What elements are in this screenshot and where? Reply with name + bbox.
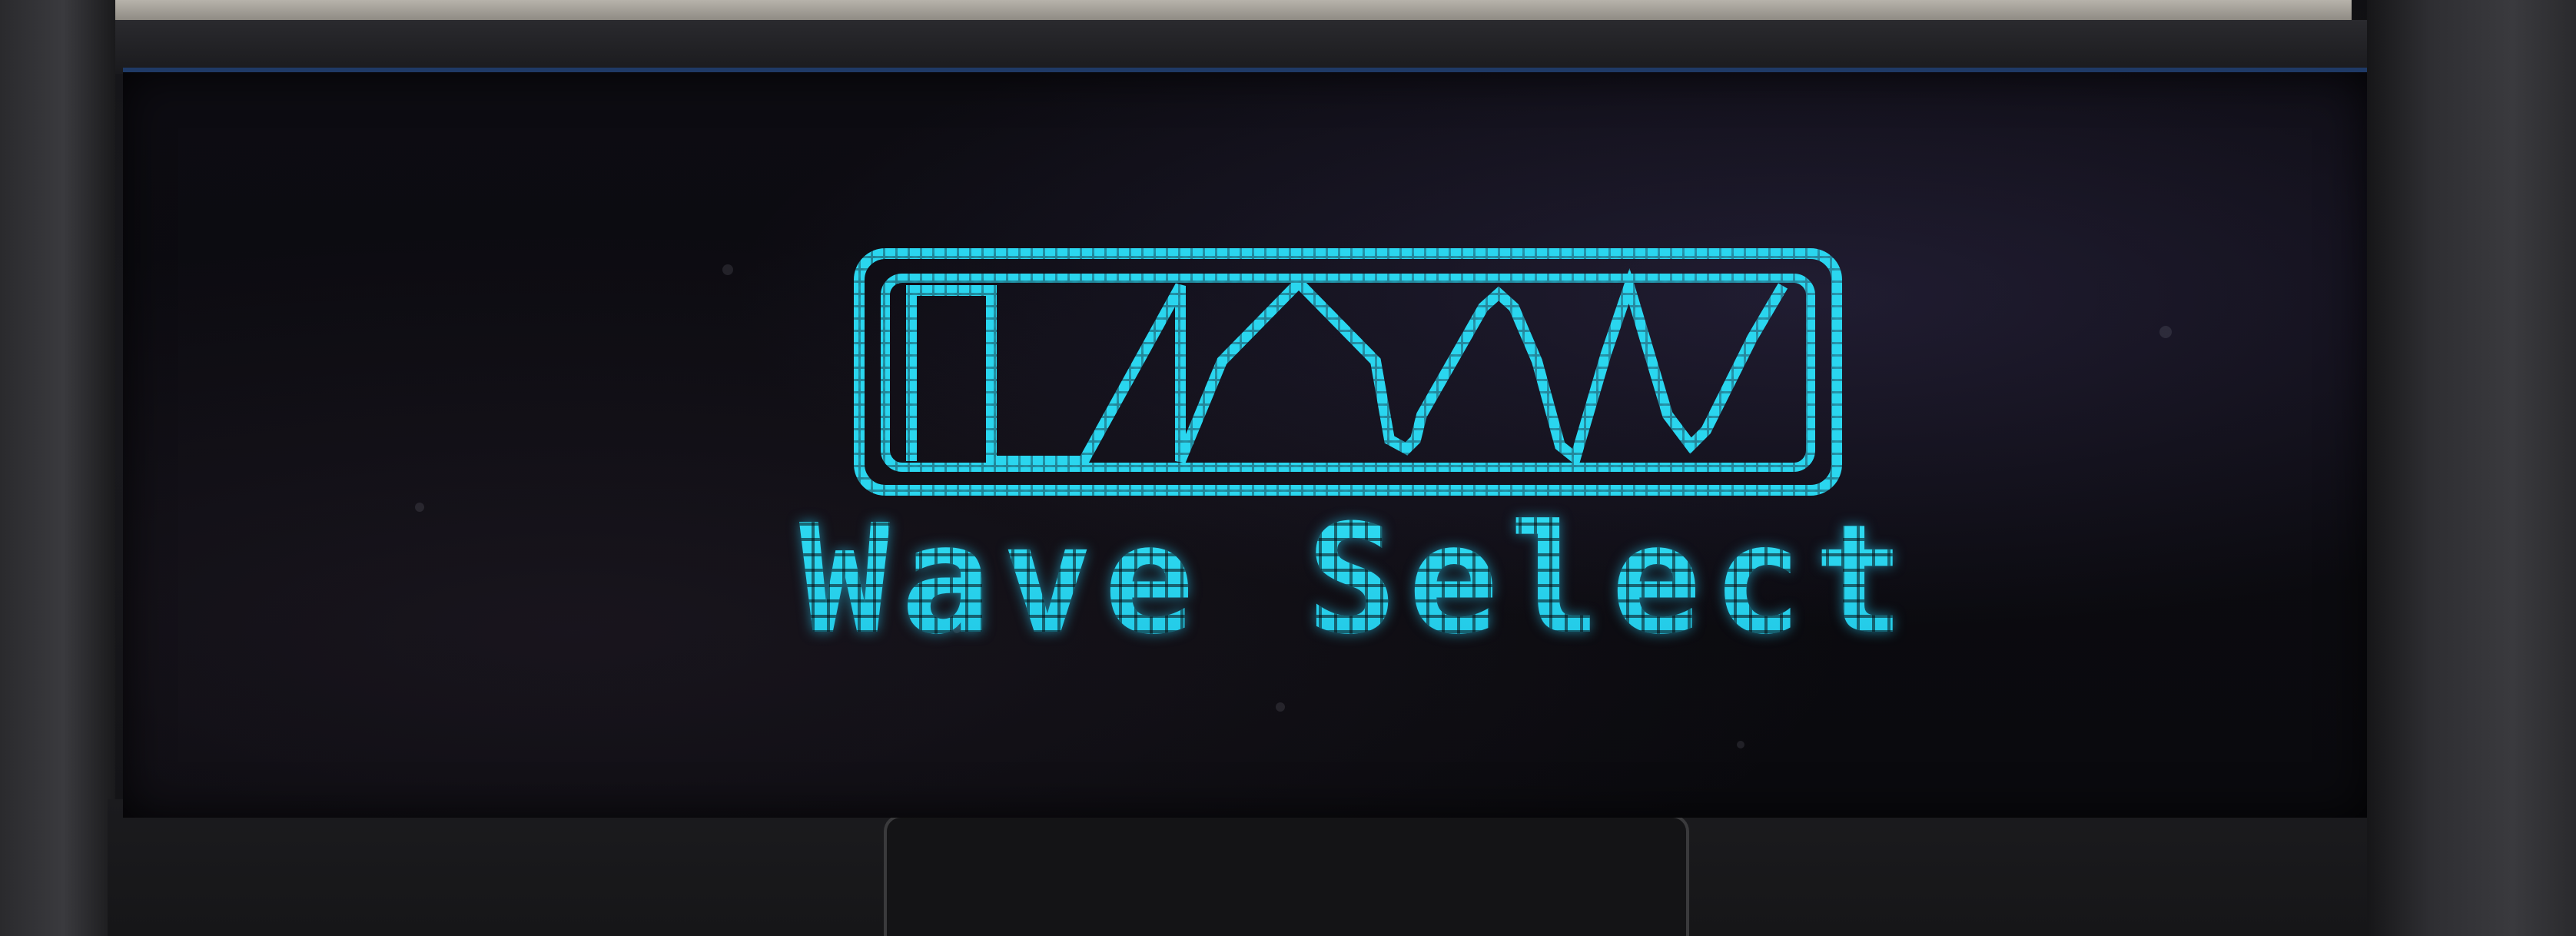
screen-title: Wave Select [799, 500, 1929, 661]
waveform-preview-icon [845, 238, 1852, 503]
device-photo: Wave Select [0, 0, 2576, 936]
